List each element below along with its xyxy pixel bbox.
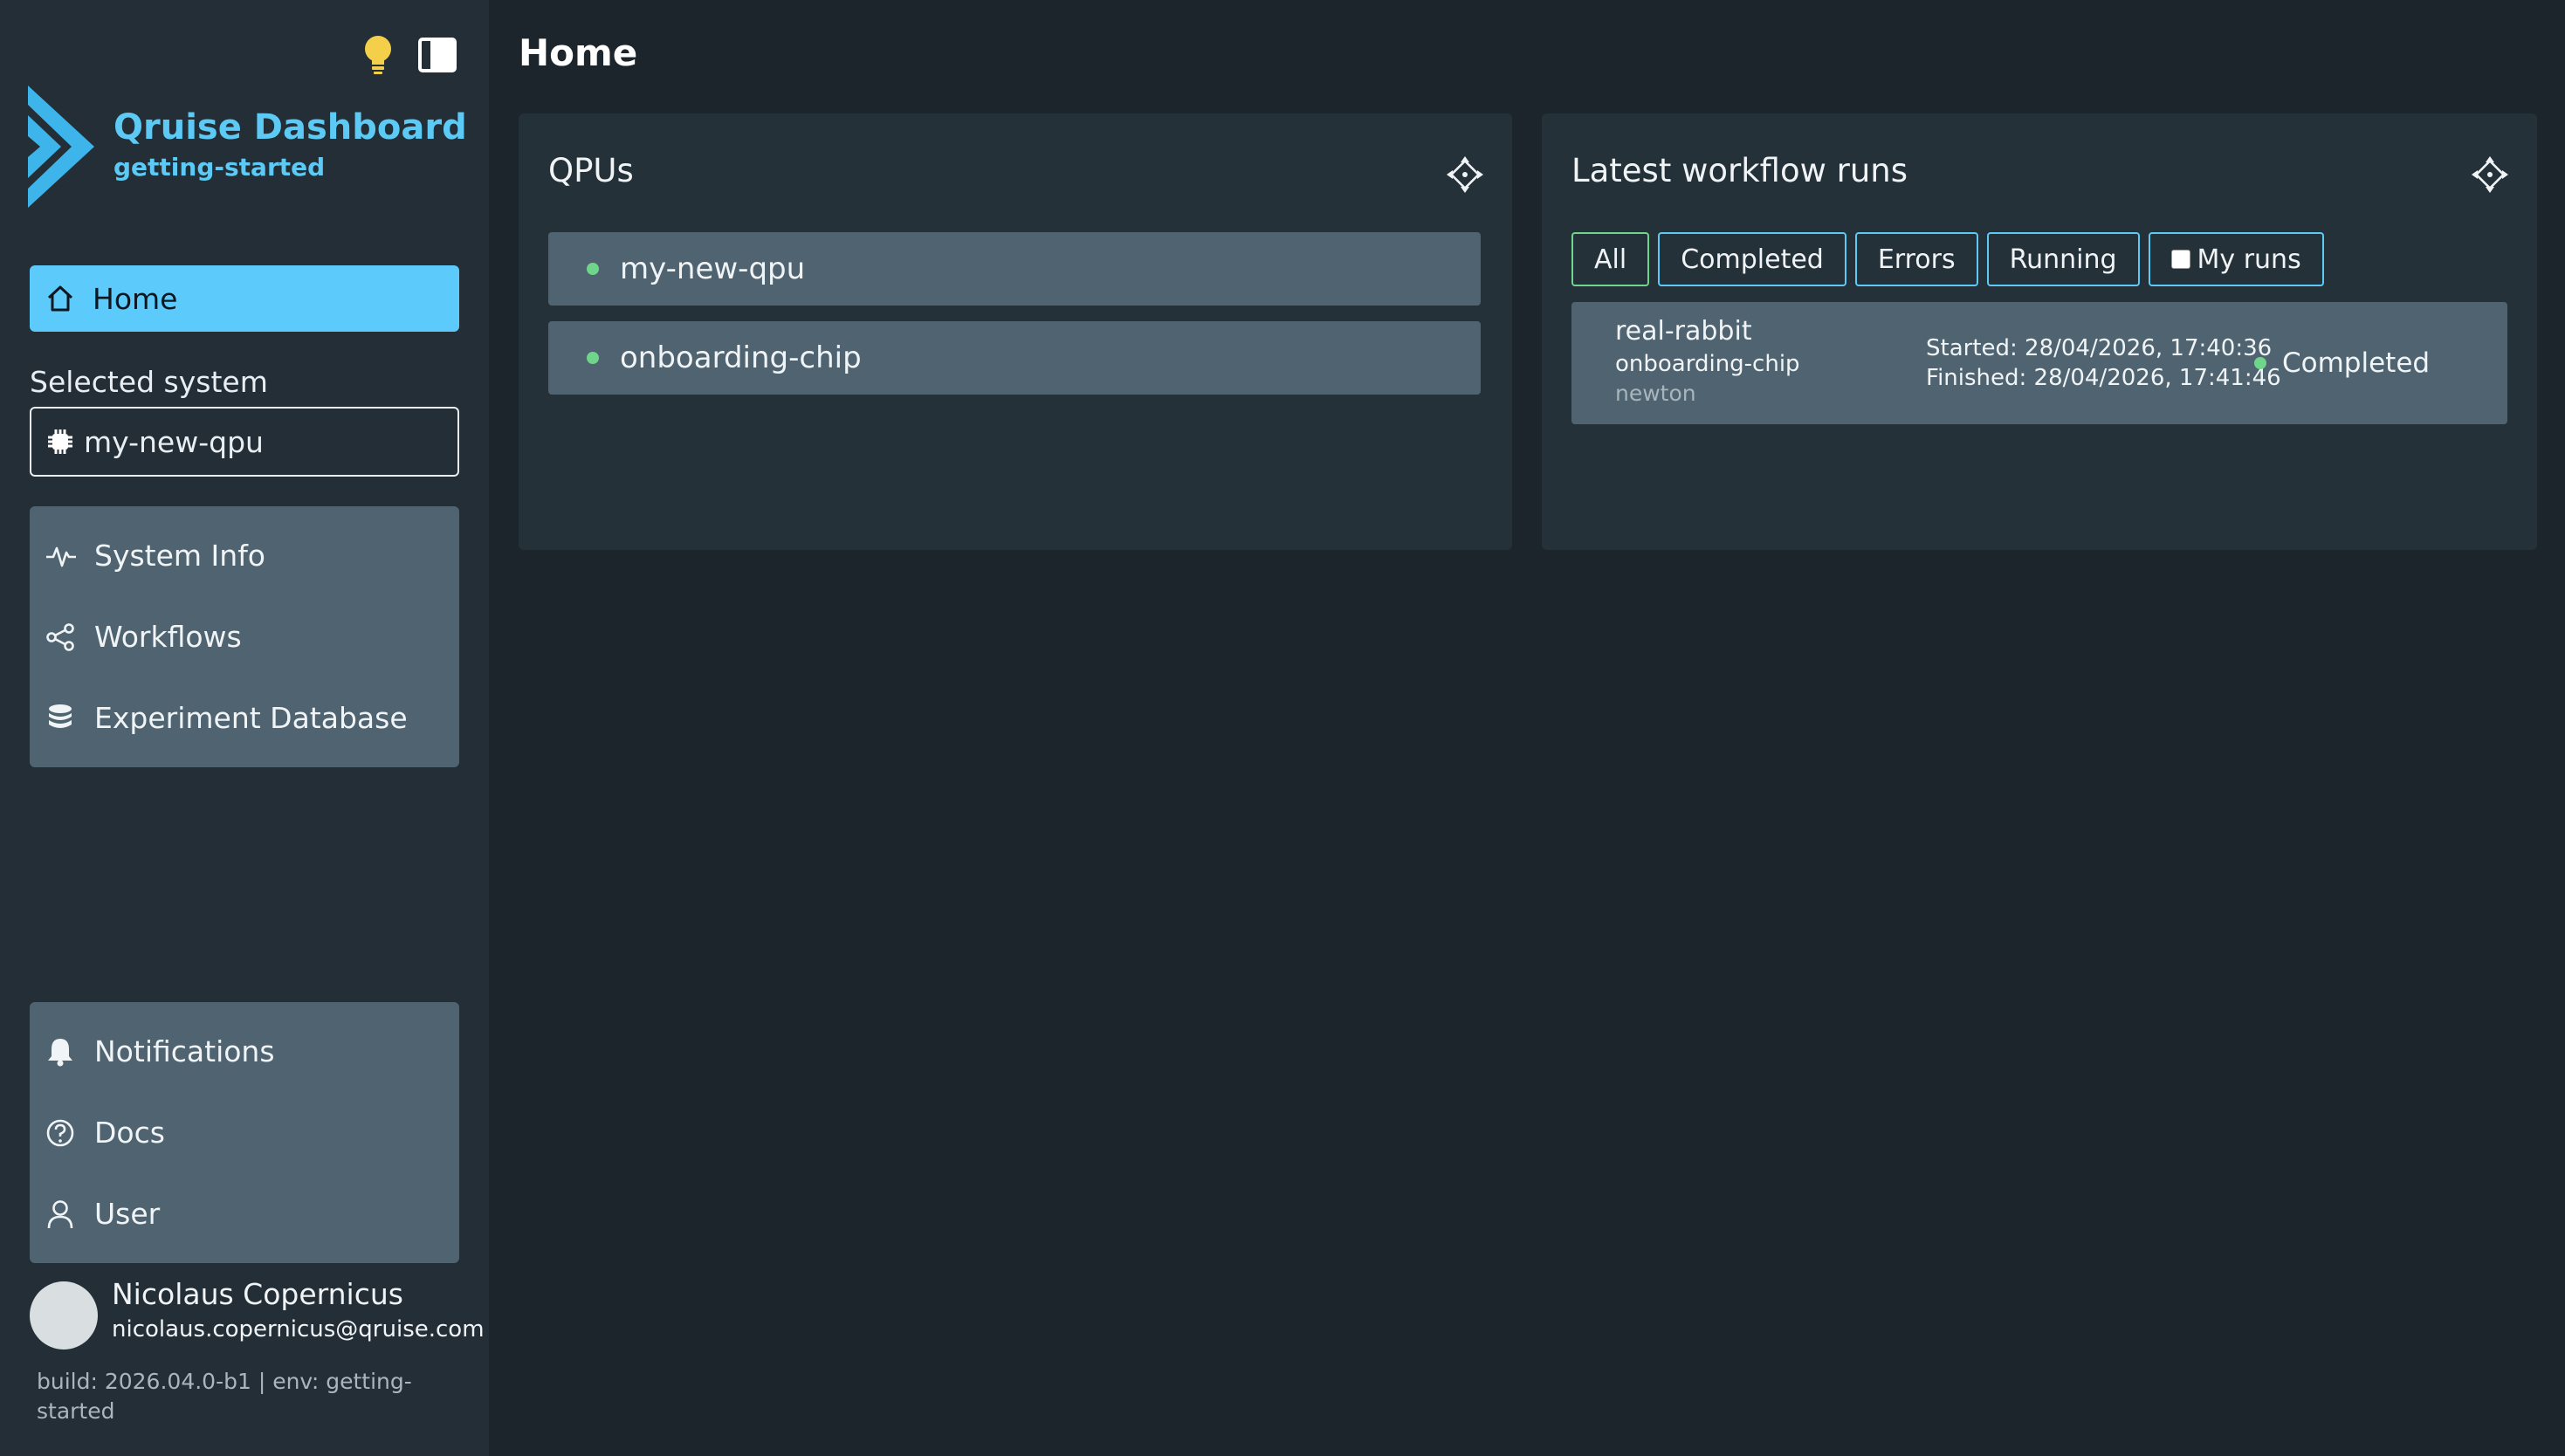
run-filters: All Completed Errors Running My runs [1571, 232, 2324, 286]
main-nav: System Info Workflows Experiment Databas… [30, 506, 459, 767]
nav-item-label: Experiment Database [94, 701, 408, 735]
run-finished: Finished: 28/04/2026, 17:41:46 [1926, 365, 2281, 391]
qruise-logo-icon [28, 86, 94, 208]
run-status: Completed [2254, 347, 2430, 379]
my-runs-label: My runs [2197, 244, 2301, 275]
nav-item-system-info[interactable]: System Info [30, 515, 459, 596]
database-icon [49, 704, 72, 728]
user-profile[interactable]: Nicolaus Copernicus nicolaus.copernicus@… [30, 1274, 485, 1350]
nav-item-label: Workflows [94, 620, 242, 654]
nav-item-label: Notifications [94, 1034, 275, 1068]
nav-item-label: User [94, 1197, 161, 1231]
nav-item-user[interactable]: User [30, 1173, 459, 1254]
chip-icon [48, 429, 72, 454]
sidebar-top-icons [358, 35, 457, 75]
workflow-runs-panel-title: Latest workflow runs [1571, 152, 1908, 189]
user-name: Nicolaus Copernicus [112, 1277, 403, 1311]
nav-item-notifications[interactable]: Notifications [30, 1011, 459, 1092]
run-status-label: Completed [2282, 347, 2431, 379]
filter-my-runs[interactable]: My runs [2148, 232, 2324, 286]
user-email: nicolaus.copernicus@qruise.com [112, 1316, 485, 1343]
nav-home-label: Home [93, 281, 178, 316]
status-dot [587, 263, 599, 275]
brand[interactable]: Qruise Dashboard getting-started [28, 86, 467, 208]
qpus-panel: QPUs my-new-qpu onboarding-chip [519, 113, 1512, 550]
activity-icon [46, 546, 76, 567]
run-times: Started: 28/04/2026, 17:40:36 Finished: … [1926, 333, 2281, 393]
page-title: Home [519, 31, 638, 74]
bell-icon [48, 1038, 72, 1066]
bottom-nav: Notifications Docs User [30, 1002, 459, 1263]
workflow-runs-panel: Latest workflow runs All Completed Error… [1542, 113, 2537, 550]
run-chip: onboarding-chip [1615, 351, 1800, 377]
filter-running[interactable]: Running [1986, 232, 2140, 286]
avatar [30, 1281, 98, 1350]
sidebar-toggle-icon[interactable] [417, 35, 457, 75]
move-icon[interactable] [1444, 154, 1486, 196]
nav-item-workflows[interactable]: Workflows [30, 596, 459, 677]
qpus-panel-title: QPUs [548, 152, 634, 189]
workflow-icon [46, 622, 74, 651]
qpu-item-my-new-qpu[interactable]: my-new-qpu [548, 232, 1481, 306]
home-icon [47, 285, 73, 312]
app-environment: getting-started [113, 153, 326, 182]
lightbulb-icon[interactable] [358, 35, 398, 75]
selected-system-select[interactable]: my-new-qpu [30, 407, 459, 477]
filter-errors[interactable]: Errors [1854, 232, 1978, 286]
move-icon[interactable] [2469, 154, 2511, 196]
help-icon [46, 1119, 74, 1146]
nav-item-experiment-database[interactable]: Experiment Database [30, 677, 459, 759]
selected-system-label: Selected system [30, 365, 268, 399]
nav-item-docs[interactable]: Docs [30, 1092, 459, 1173]
nav-item-label: Docs [94, 1116, 165, 1150]
run-name: real-rabbit [1615, 316, 1752, 347]
app-title: Qruise Dashboard [113, 107, 467, 148]
qpu-item-onboarding-chip[interactable]: onboarding-chip [548, 321, 1481, 395]
my-runs-checkbox[interactable] [2170, 250, 2190, 269]
status-dot [587, 352, 599, 364]
run-user: newton [1615, 381, 1696, 406]
status-dot [2254, 357, 2266, 369]
filter-completed[interactable]: Completed [1658, 232, 1846, 286]
filter-all[interactable]: All [1571, 232, 1650, 286]
user-icon [47, 1199, 73, 1228]
selected-system-value: my-new-qpu [84, 424, 264, 459]
nav-home[interactable]: Home [30, 265, 459, 332]
nav-item-label: System Info [94, 539, 266, 573]
qpu-name: onboarding-chip [620, 340, 862, 375]
sidebar: Qruise Dashboard getting-started Home Se… [0, 0, 489, 1456]
qpu-name: my-new-qpu [620, 251, 806, 286]
build-info: build: 2026.04.0-b1 | env: getting-start… [37, 1369, 412, 1424]
workflow-run-card[interactable]: real-rabbit onboarding-chip newton Start… [1571, 302, 2507, 424]
run-started: Started: 28/04/2026, 17:40:36 [1926, 335, 2273, 361]
